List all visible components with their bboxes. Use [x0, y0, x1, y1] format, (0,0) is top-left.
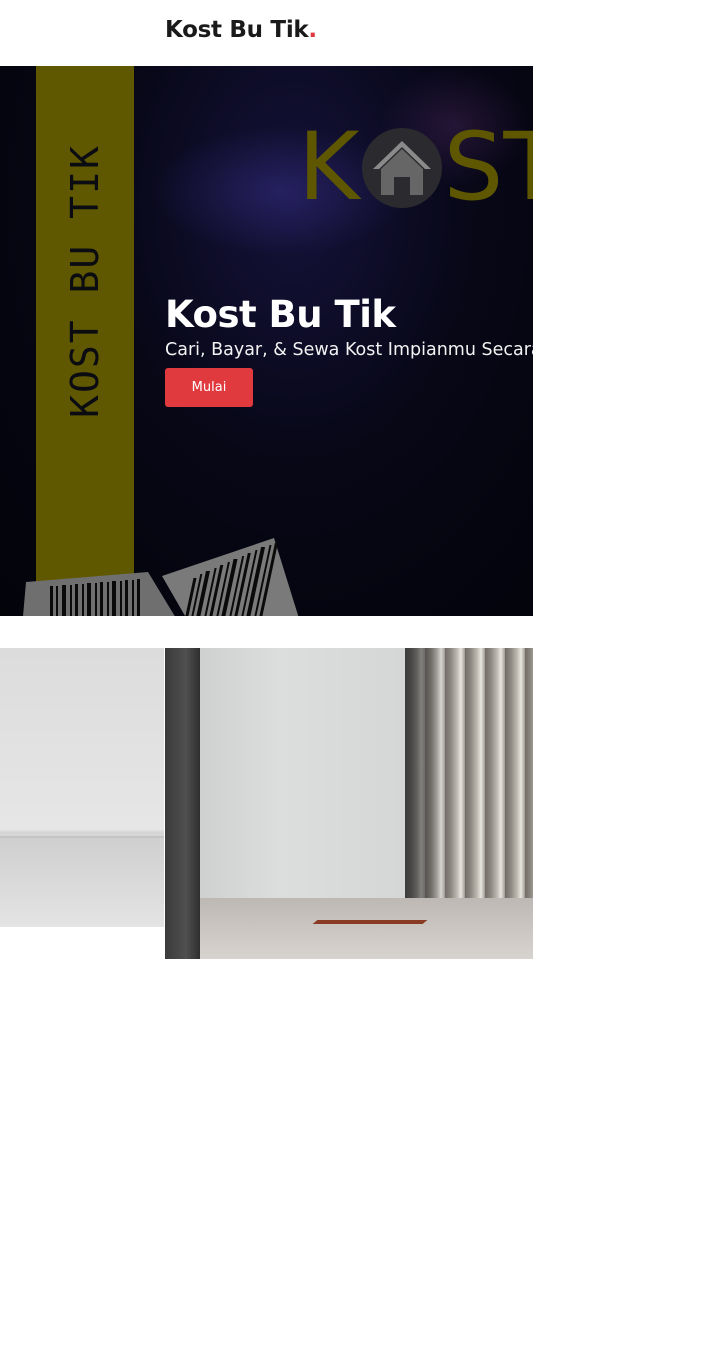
hero-section: KOST BU TIK K ST Kost Bu Tik Cari, Bayar…: [0, 66, 533, 616]
brand-logo[interactable]: Kost Bu Tik.: [165, 17, 317, 43]
logo-letters-st: ST: [443, 113, 533, 222]
brand-name: Kost Bu Tik: [165, 17, 309, 43]
barcode-tag-image: [23, 538, 299, 616]
vertical-logo-text: KOST BU TIK: [63, 144, 108, 418]
kost-logo-graphic: K ST: [298, 118, 533, 218]
room-photo-right: [165, 648, 533, 959]
hero-title: Kost Bu Tik: [165, 292, 396, 336]
start-button[interactable]: Mulai: [165, 368, 253, 407]
hero-subtitle: Cari, Bayar, & Sewa Kost Impianmu Secara: [165, 339, 533, 360]
logo-letter-k: K: [298, 113, 360, 222]
room-photo-left: [0, 648, 164, 927]
house-icon: [361, 128, 442, 208]
brand-dot: .: [308, 17, 317, 43]
